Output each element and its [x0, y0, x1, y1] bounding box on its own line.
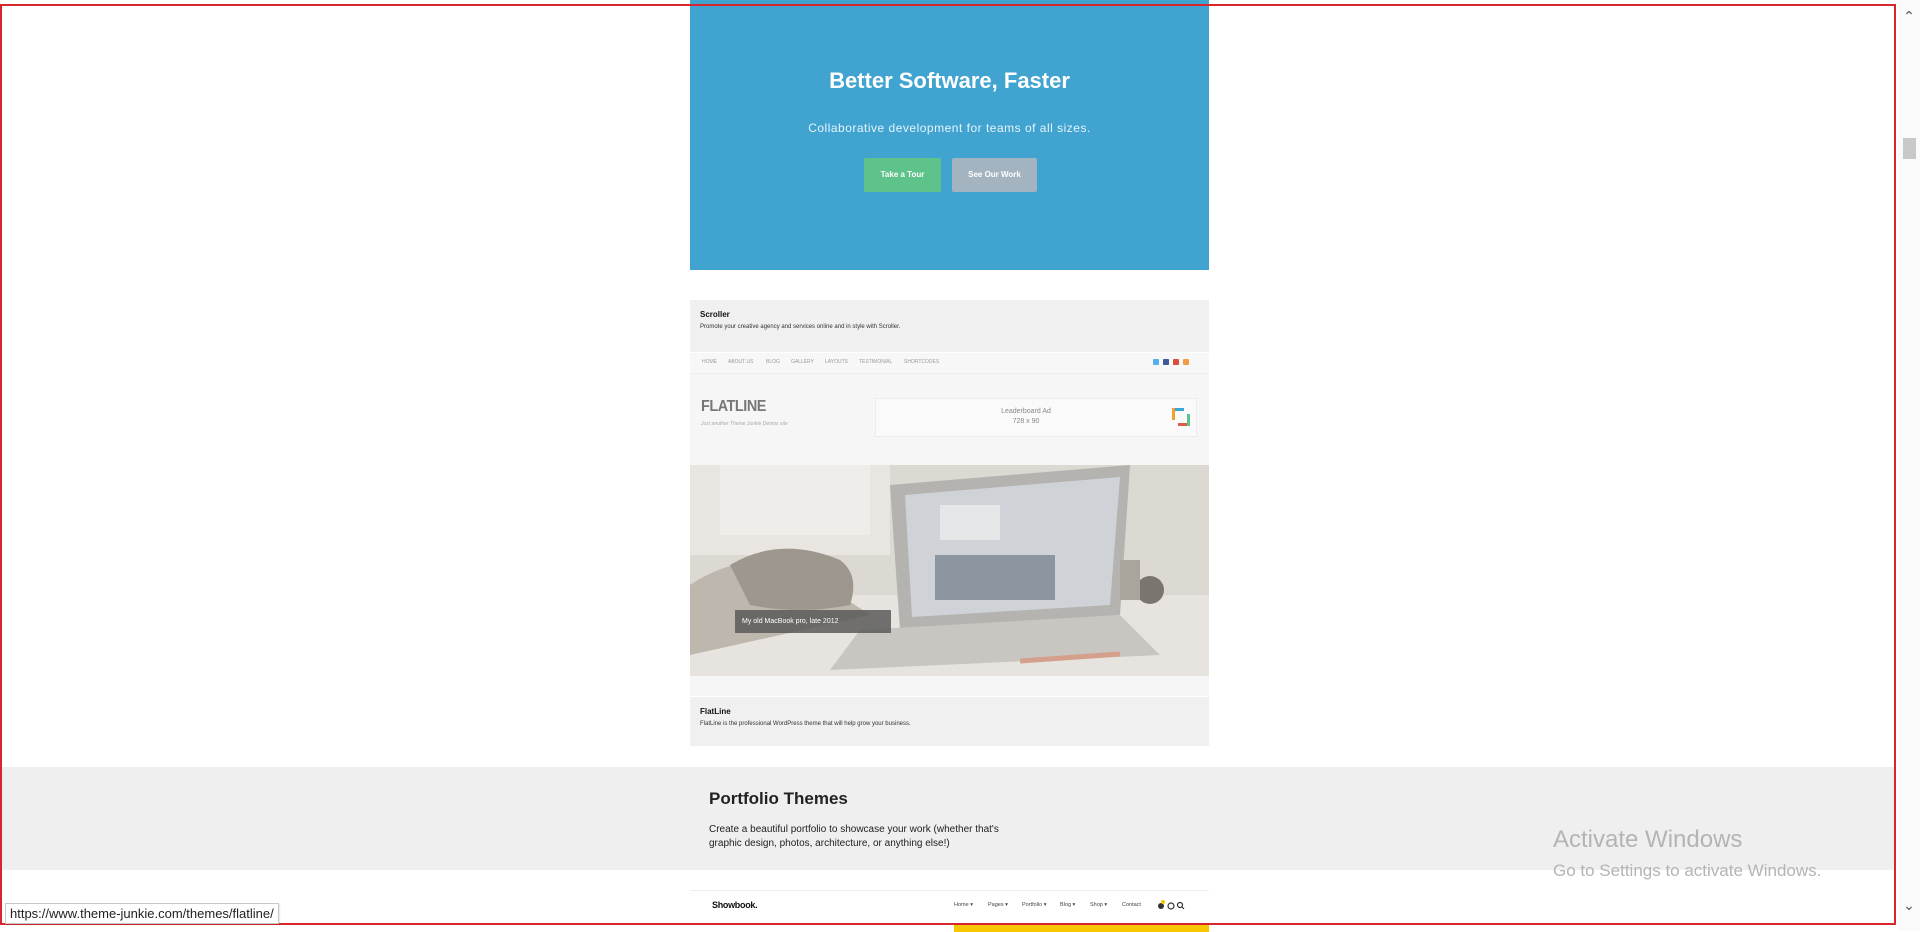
showbook-nav-item: Contact — [1122, 902, 1141, 908]
ad-text: Leaderboard Ad 728 x 90 — [876, 407, 1176, 427]
demo-nav-item: BLOG — [766, 359, 780, 365]
demo-nav-item: LAYOUTS — [825, 359, 848, 365]
demo-nav-bar: HOME ABOUT US BLOG GALLERY LAYOUTS TESTI… — [690, 353, 1209, 374]
scroll-down-icon[interactable]: ⌄ — [1902, 899, 1916, 913]
leaderboard-ad: Leaderboard Ad 728 x 90 — [875, 398, 1197, 437]
hero-subtitle: Collaborative development for teams of a… — [808, 121, 1091, 135]
laptop-desk-image — [690, 465, 1209, 676]
rss-icon — [1183, 359, 1189, 365]
portfolio-themes-title: Portfolio Themes — [709, 789, 848, 808]
google-plus-icon — [1173, 359, 1179, 365]
photo-caption: My old MacBook pro, late 2012 — [735, 610, 891, 633]
scroll-thumb[interactable] — [1903, 138, 1916, 159]
scroller-theme-card[interactable]: Scroller Promote your creative agency an… — [690, 300, 1209, 352]
flatline-tagline: Just another Theme Junkie Demos site — [701, 421, 788, 427]
demo-nav-item: HOME — [702, 359, 717, 365]
flatline-theme-card[interactable]: FlatLine FlatLine is the professional Wo… — [690, 697, 1209, 746]
demo-nav-item: TESTIMONIAL — [859, 359, 893, 365]
activate-windows-title: Activate Windows — [1553, 826, 1743, 853]
laptop-photo: My old MacBook pro, late 2012 — [690, 465, 1209, 676]
ad-line-1: Leaderboard Ad — [1001, 408, 1051, 415]
ad-logo-icon — [1172, 408, 1190, 426]
showbook-logo: Showbook. — [712, 900, 758, 910]
showbook-theme-preview[interactable]: Showbook. Home ▾ Pages ▾ Portfolio ▾ Blo… — [690, 890, 1209, 932]
status-bar-url: https://www.theme-junkie.com/themes/flat… — [5, 903, 279, 924]
activate-windows-subtitle: Go to Settings to activate Windows. — [1553, 861, 1822, 880]
facebook-icon — [1163, 359, 1169, 365]
showbook-header-icons — [1158, 900, 1185, 910]
flatline-card-description: FlatLine is the professional WordPress t… — [700, 721, 911, 727]
showbook-nav-item: Portfolio ▾ — [1022, 902, 1047, 908]
scroller-card-description: Promote your creative agency and service… — [700, 324, 901, 330]
portfolio-themes-section: Portfolio Themes Create a beautiful port… — [0, 767, 1896, 870]
hero-banner: Better Software, Faster Collaborative de… — [690, 0, 1209, 270]
flatline-logo: FLATLINE — [701, 398, 766, 415]
take-a-tour-button[interactable]: Take a Tour — [864, 158, 941, 192]
flatline-card-title[interactable]: FlatLine — [700, 707, 731, 716]
hero-title: Better Software, Faster — [829, 68, 1070, 93]
twitter-icon — [1153, 359, 1159, 365]
portfolio-themes-description: Create a beautiful portfolio to showcase… — [709, 824, 999, 849]
flatline-theme-preview[interactable]: HOME ABOUT US BLOG GALLERY LAYOUTS TESTI… — [690, 353, 1209, 696]
vertical-scrollbar[interactable]: ⌃ ⌄ — [1898, 0, 1920, 931]
scroll-up-icon[interactable]: ⌃ — [1902, 10, 1916, 24]
ad-line-2: 728 x 90 — [1012, 418, 1040, 425]
see-our-work-button[interactable]: See Our Work — [952, 158, 1037, 192]
demo-nav-item: GALLERY — [791, 359, 814, 365]
showbook-nav-item: Home ▾ — [954, 902, 973, 908]
showbook-nav-item: Pages ▾ — [988, 902, 1008, 908]
showbook-nav-item: Shop ▾ — [1090, 902, 1108, 908]
demo-nav-item: SHORTCODES — [904, 359, 940, 365]
demo-nav-item: ABOUT US — [728, 359, 754, 365]
scroller-card-title[interactable]: Scroller — [700, 310, 730, 319]
showbook-nav-item: Blog ▾ — [1060, 902, 1076, 908]
